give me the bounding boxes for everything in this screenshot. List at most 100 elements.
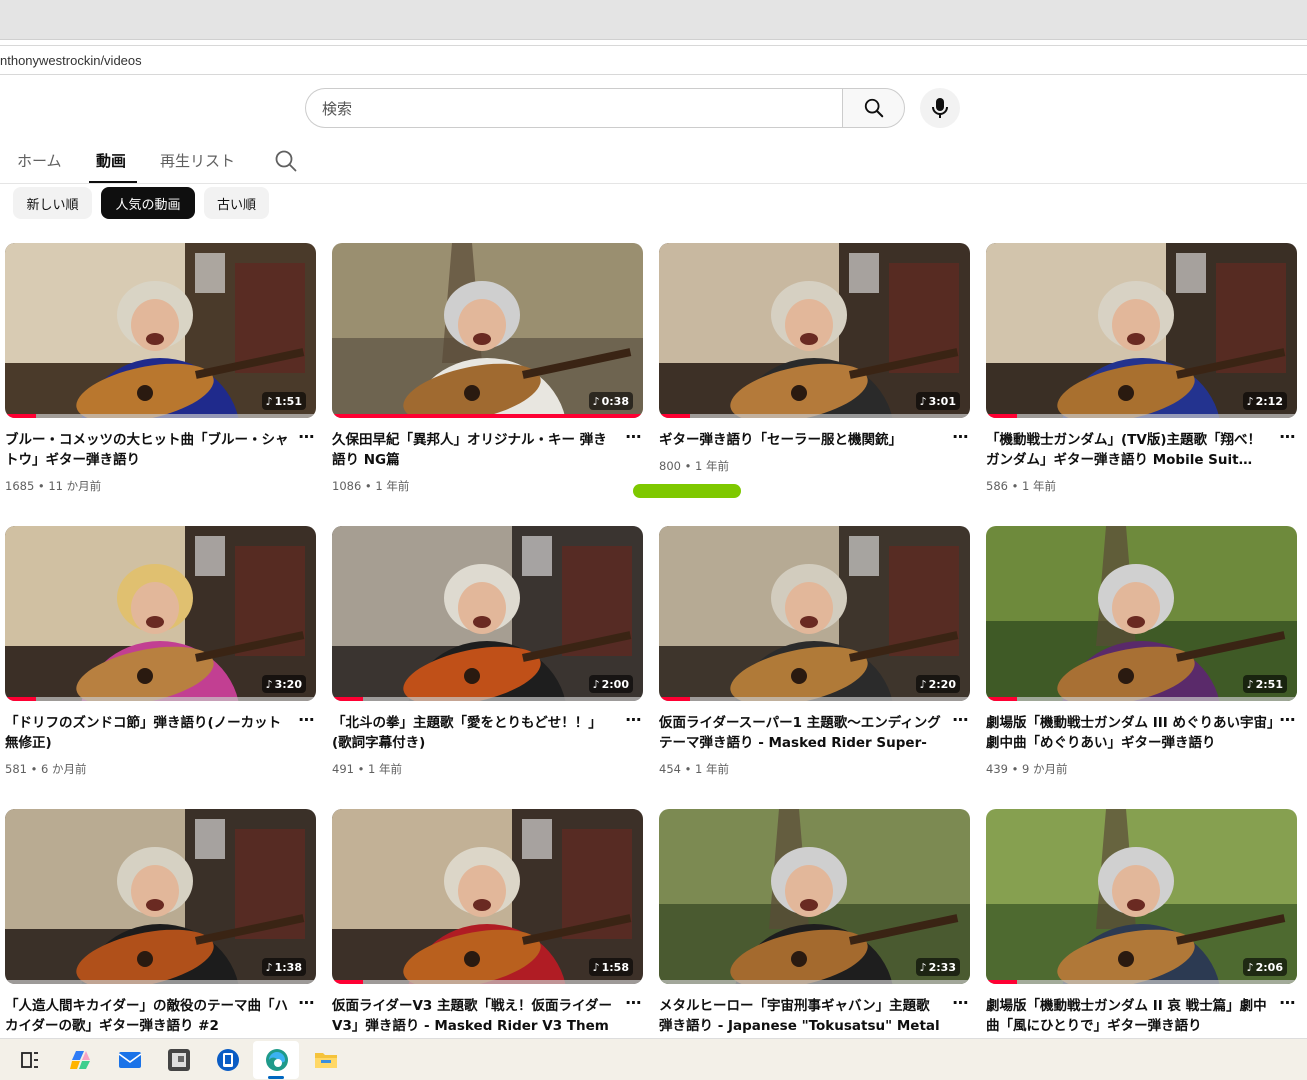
video-thumbnail[interactable]: ♪ 1:58 <box>332 809 643 984</box>
duration-text: 2:51 <box>1255 677 1283 691</box>
duration-badge: ♪ 1:38 <box>261 958 306 976</box>
watch-progress-bar <box>332 980 643 984</box>
music-note-icon: ♪ <box>592 677 600 691</box>
channel-search-icon[interactable] <box>274 149 298 173</box>
video-meta: 439 • 9 か月前 <box>986 762 1068 776</box>
highlight-mark <box>633 484 741 498</box>
video-thumbnail[interactable]: ♪ 3:01 <box>659 243 970 418</box>
more-options-icon[interactable]: ⋯ <box>1278 429 1296 450</box>
tab-videos[interactable]: 動画 <box>96 150 126 171</box>
video-title[interactable]: 久保田早紀「異邦人」オリジナル・キー 弾き語り NG篇 <box>332 430 620 470</box>
video-title[interactable]: 仮面ライダーV3 主題歌「戦え！仮面ライダーV3」弾き語り - Masked R… <box>332 996 620 1036</box>
video-title[interactable]: ギター弾き語り「セーラー服と機関銃」 <box>659 430 947 450</box>
watch-progress-fill <box>986 980 1018 984</box>
video-card[interactable]: ♪ 2:00 「北斗の拳」主題歌「愛をとりもどせ！！」(歌詞字幕付き) ⋯ 491 • … <box>332 526 643 776</box>
video-thumbnail[interactable]: ♪ 1:38 <box>5 809 316 984</box>
duration-badge: ♪ 2:20 <box>915 675 960 693</box>
video-title[interactable]: ブルー・コメッツの大ヒット曲「ブルー・シャトウ」ギター弾き語り <box>5 430 293 470</box>
music-note-icon: ♪ <box>1246 394 1254 408</box>
watch-progress-fill <box>5 697 37 701</box>
video-thumbnail[interactable]: ♪ 2:06 <box>986 809 1297 984</box>
watch-progress-fill <box>332 414 643 418</box>
video-card[interactable]: ♪ 1:51 ブルー・コメッツの大ヒット曲「ブルー・シャトウ」ギター弾き語り ⋯ 168… <box>5 243 316 493</box>
duration-text: 1:51 <box>274 394 302 408</box>
search-input[interactable]: 検索 <box>305 88 842 128</box>
video-thumbnail[interactable]: ♪ 3:20 <box>5 526 316 701</box>
video-card[interactable]: ♪ 2:06 劇場版「機動戦士ガンダム II 哀 戦士篇」劇中曲「風にひとりで」ギタ… <box>986 809 1297 1039</box>
video-card[interactable]: ♪ 2:33 メタルヒーロー「宇宙刑事ギャバン」主題歌 弾き語り - Japanes… <box>659 809 970 1039</box>
more-options-icon[interactable]: ⋯ <box>951 712 969 733</box>
copilot-icon[interactable] <box>68 1048 94 1072</box>
more-options-icon[interactable]: ⋯ <box>951 995 969 1016</box>
duration-badge: ♪ 2:00 <box>588 675 633 693</box>
duration-text: 0:38 <box>601 394 629 408</box>
video-thumbnail[interactable]: ♪ 2:12 <box>986 243 1297 418</box>
more-options-icon[interactable]: ⋯ <box>1278 995 1296 1016</box>
voice-search-button[interactable] <box>920 88 960 128</box>
watch-progress-bar <box>5 414 316 418</box>
more-options-icon[interactable]: ⋯ <box>1278 712 1296 733</box>
video-card[interactable]: ♪ 3:20 「ドリフのズンドコ節」弾き語り(ノーカット無修正) ⋯ 581 • 6 か… <box>5 526 316 776</box>
edge-icon[interactable] <box>264 1048 290 1072</box>
video-thumbnail[interactable]: ♪ 0:38 <box>332 243 643 418</box>
chip-oldest[interactable]: 古い順 <box>204 187 269 219</box>
duration-badge: ♪ 1:51 <box>261 392 306 410</box>
video-card[interactable]: ♪ 1:58 仮面ライダーV3 主題歌「戦え！仮面ライダーV3」弾き語り - Mas… <box>332 809 643 1039</box>
video-title[interactable]: 「北斗の拳」主題歌「愛をとりもどせ！！」(歌詞字幕付き) <box>332 713 620 753</box>
more-options-icon[interactable]: ⋯ <box>951 429 969 450</box>
music-note-icon: ♪ <box>265 960 273 974</box>
music-note-icon: ♪ <box>919 677 927 691</box>
watch-progress-bar <box>986 980 1297 984</box>
chip-newest[interactable]: 新しい順 <box>13 187 92 219</box>
search-icon <box>864 98 883 118</box>
more-options-icon[interactable]: ⋯ <box>297 995 315 1016</box>
microphone-icon <box>932 98 948 118</box>
watch-progress-bar <box>659 414 970 418</box>
search-button[interactable] <box>842 88 905 128</box>
video-thumbnail[interactable]: ♪ 2:20 <box>659 526 970 701</box>
video-title[interactable]: 劇場版「機動戦士ガンダム II 哀 戦士篇」劇中曲「風にひとりで」ギター弾き語り <box>986 996 1274 1036</box>
video-title[interactable]: 「機動戦士ガンダム」(TV版)主題歌「翔べ！ガンダム」ギター弾き語り Mobil… <box>986 430 1274 470</box>
chip-popular[interactable]: 人気の動画 <box>101 187 195 219</box>
video-title[interactable]: メタルヒーロー「宇宙刑事ギャバン」主題歌 弾き語り - Japanese "To… <box>659 996 947 1036</box>
file-explorer-icon[interactable] <box>313 1048 339 1072</box>
video-thumbnail[interactable]: ♪ 2:33 <box>659 809 970 984</box>
video-card[interactable]: ♪ 2:12 「機動戦士ガンダム」(TV版)主題歌「翔べ！ガンダム」ギター弾き語り … <box>986 243 1297 493</box>
more-options-icon[interactable]: ⋯ <box>297 429 315 450</box>
more-options-icon[interactable]: ⋯ <box>624 712 642 733</box>
music-note-icon: ♪ <box>265 677 273 691</box>
tab-home[interactable]: ホーム <box>17 150 62 171</box>
video-title[interactable]: 劇場版「機動戦士ガンダム III めぐりあい宇宙」劇中曲「めぐりあい」ギター弾き… <box>986 713 1274 753</box>
search-box: 検索 <box>305 88 905 128</box>
video-thumbnail[interactable]: ♪ 2:00 <box>332 526 643 701</box>
video-meta: 1086 • 1 年前 <box>332 479 410 493</box>
music-note-icon: ♪ <box>592 394 600 408</box>
phone-link-icon[interactable] <box>215 1048 241 1072</box>
tab-playlists[interactable]: 再生リスト <box>160 150 235 171</box>
video-thumbnail[interactable]: ♪ 2:51 <box>986 526 1297 701</box>
more-options-icon[interactable]: ⋯ <box>297 712 315 733</box>
app-icon[interactable] <box>166 1048 192 1072</box>
address-url[interactable]: nthonywestrockin/videos <box>0 53 142 68</box>
music-note-icon: ♪ <box>919 960 927 974</box>
mail-icon[interactable] <box>117 1048 143 1072</box>
video-title[interactable]: 「ドリフのズンドコ節」弾き語り(ノーカット無修正) <box>5 713 293 753</box>
video-card[interactable]: ♪ 1:38 「人造人間キカイダー」の敵役のテーマ曲「ハカイダーの歌」ギター弾き語り… <box>5 809 316 1039</box>
more-options-icon[interactable]: ⋯ <box>624 429 642 450</box>
music-note-icon: ♪ <box>1246 677 1254 691</box>
browser-top-strip <box>0 0 1307 40</box>
video-thumbnail[interactable]: ♪ 1:51 <box>5 243 316 418</box>
duration-text: 3:20 <box>274 677 302 691</box>
task-view-icon[interactable] <box>17 1048 43 1072</box>
video-card[interactable]: ♪ 2:51 劇場版「機動戦士ガンダム III めぐりあい宇宙」劇中曲「めぐりあい」… <box>986 526 1297 776</box>
video-card[interactable]: ♪ 0:38 久保田早紀「異邦人」オリジナル・キー 弾き語り NG篇 ⋯ 1086 • … <box>332 243 643 493</box>
more-options-icon[interactable]: ⋯ <box>624 995 642 1016</box>
video-card[interactable]: ♪ 2:20 仮面ライダースーパー1 主題歌〜エンディングテーマ弾き語り - Mas… <box>659 526 970 776</box>
video-title[interactable]: 仮面ライダースーパー1 主題歌〜エンディングテーマ弾き語り - Masked R… <box>659 713 947 753</box>
search-placeholder: 検索 <box>322 99 353 118</box>
video-card[interactable]: ♪ 3:01 ギター弾き語り「セーラー服と機関銃」 ⋯ 800 • 1 年前 <box>659 243 970 493</box>
video-title[interactable]: 「人造人間キカイダー」の敵役のテーマ曲「ハカイダーの歌」ギター弾き語り #2 <box>5 996 293 1036</box>
video-meta: 454 • 1 年前 <box>659 762 730 776</box>
watch-progress-bar <box>5 980 316 984</box>
address-bar[interactable]: nthonywestrockin/videos <box>0 45 1307 75</box>
